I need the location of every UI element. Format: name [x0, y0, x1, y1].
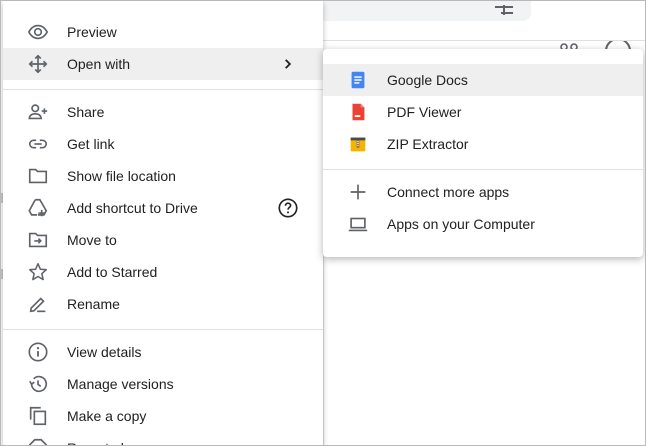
- menu-divider: [3, 329, 323, 330]
- star-icon: [27, 261, 49, 283]
- menu-item-label: Show file location: [67, 168, 176, 184]
- submenu-item-zip-extractor[interactable]: ZIP Extractor: [323, 128, 643, 160]
- plus-icon: [347, 181, 369, 203]
- menu-item-open-with[interactable]: Open with: [3, 48, 323, 80]
- menu-item-label: Rename: [67, 296, 120, 312]
- info-icon: [27, 341, 49, 363]
- menu-item-label: Add to Starred: [67, 264, 158, 280]
- laptop-icon: [347, 213, 369, 235]
- menu-item-move-to[interactable]: Move to: [3, 224, 323, 256]
- menu-item-report-abuse[interactable]: Report abuse: [3, 432, 323, 445]
- open-with-submenu: Google Docs PDF Viewer ZIP Extractor Con…: [323, 49, 643, 257]
- search-bar-background[interactable]: [301, 1, 531, 21]
- google-docs-icon: [347, 69, 369, 91]
- move-arrows-icon: [27, 53, 49, 75]
- menu-item-preview[interactable]: Preview: [3, 16, 323, 48]
- eye-icon: [27, 21, 49, 43]
- report-icon: [27, 437, 49, 445]
- menu-divider: [3, 89, 323, 90]
- content-divider: [323, 257, 324, 445]
- menu-item-add-shortcut[interactable]: Add shortcut to Drive: [3, 192, 323, 224]
- menu-item-label: Manage versions: [67, 376, 174, 392]
- submenu-item-google-docs[interactable]: Google Docs: [323, 64, 643, 96]
- menu-item-label: Add shortcut to Drive: [67, 200, 198, 216]
- submenu-divider: [323, 169, 643, 170]
- app-frame: Preview Open with Share Get link Show fi…: [0, 0, 646, 446]
- person-add-icon: [27, 101, 49, 123]
- submenu-item-pdf-viewer[interactable]: PDF Viewer: [323, 96, 643, 128]
- context-menu: Preview Open with Share Get link Show fi…: [3, 1, 323, 445]
- menu-item-rename[interactable]: Rename: [3, 288, 323, 320]
- submenu-item-label: Apps on your Computer: [387, 216, 535, 232]
- menu-item-share[interactable]: Share: [3, 96, 323, 128]
- move-to-folder-icon: [27, 229, 49, 251]
- submenu-item-label: ZIP Extractor: [387, 136, 469, 152]
- submenu-item-apps-on-computer[interactable]: Apps on your Computer: [323, 208, 643, 240]
- history-icon: [27, 373, 49, 395]
- submenu-item-label: Connect more apps: [387, 184, 510, 200]
- menu-item-label: Make a copy: [67, 408, 147, 424]
- help-circle-icon[interactable]: [277, 197, 299, 219]
- pdf-viewer-icon: [347, 101, 369, 123]
- copy-icon: [27, 405, 49, 427]
- search-options-icon[interactable]: [495, 5, 513, 15]
- menu-item-manage-versions[interactable]: Manage versions: [3, 368, 323, 400]
- submenu-item-connect-more-apps[interactable]: Connect more apps: [323, 176, 643, 208]
- menu-item-make-a-copy[interactable]: Make a copy: [3, 400, 323, 432]
- menu-item-label: Report abuse: [67, 432, 151, 445]
- folder-icon: [27, 165, 49, 187]
- menu-item-view-details[interactable]: View details: [3, 336, 323, 368]
- menu-item-label: Open with: [67, 56, 131, 72]
- menu-item-get-link[interactable]: Get link: [3, 128, 323, 160]
- submenu-item-label: PDF Viewer: [387, 104, 462, 120]
- menu-item-label: Preview: [67, 24, 117, 40]
- chevron-right-icon: [277, 53, 299, 75]
- menu-item-add-to-starred[interactable]: Add to Starred: [3, 256, 323, 288]
- link-icon: [27, 133, 49, 155]
- zip-extractor-icon: [347, 133, 369, 155]
- menu-item-label: Share: [67, 104, 105, 120]
- menu-item-label: Get link: [67, 136, 115, 152]
- menu-item-label: Move to: [67, 232, 117, 248]
- menu-item-label: View details: [67, 344, 142, 360]
- menu-item-show-file-location[interactable]: Show file location: [3, 160, 323, 192]
- submenu-item-label: Google Docs: [387, 72, 468, 88]
- pencil-icon: [27, 293, 49, 315]
- drive-shortcut-icon: [27, 197, 49, 219]
